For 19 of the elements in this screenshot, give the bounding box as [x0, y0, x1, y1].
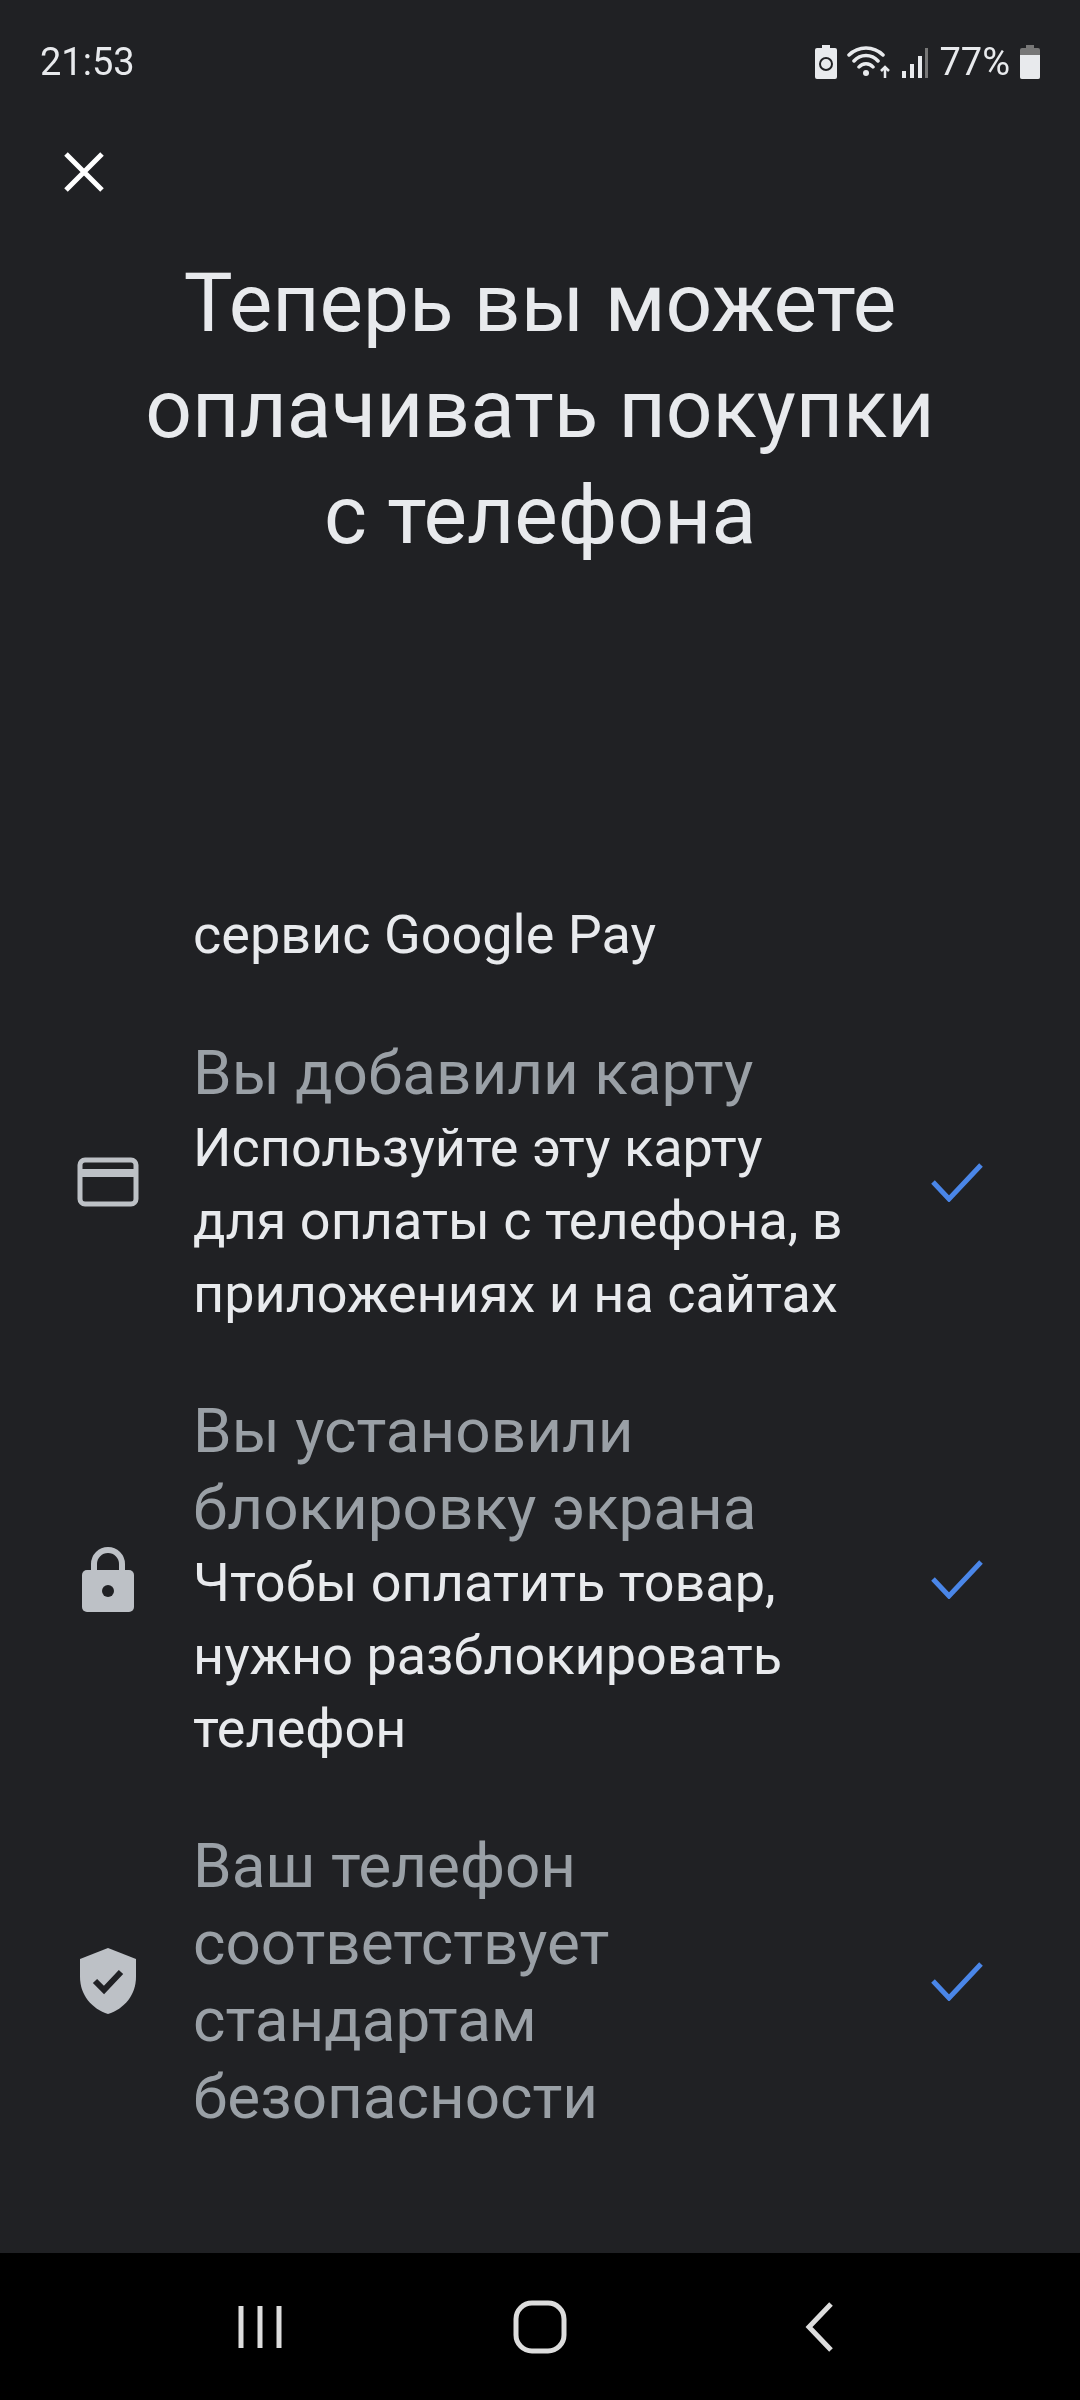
signal-icon	[901, 45, 930, 79]
battery-percent: 77%	[939, 38, 1010, 86]
battery-icon	[1020, 45, 1040, 79]
page-title: Теперь вы можете оплачивать покупки с телефона	[144, 254, 936, 565]
step-title: Ваш телефон соответствует стандартам безопасности	[193, 1828, 611, 2135]
close-icon	[62, 150, 106, 194]
step-title: Вы добавили карту	[193, 1035, 755, 1111]
step-description: сервис Google Pay	[192, 902, 658, 968]
battery-saver-icon	[815, 45, 838, 79]
wifi-icon	[847, 45, 892, 79]
credit-card-icon	[76, 1157, 139, 1207]
step-description: Используйте эту карту для оплаты с телефона, в приложениях и на сайтах	[193, 1115, 844, 1327]
lock-icon	[81, 1545, 134, 1612]
back-icon	[805, 2300, 835, 2353]
home-icon	[513, 2299, 567, 2354]
shield-check-icon	[79, 1948, 136, 2014]
status-time: 21:53	[40, 38, 135, 86]
step-title: Вы установили блокировку экрана	[193, 1393, 758, 1546]
step-description: Чтобы оплатить товар, нужно разблокировать телефон	[193, 1550, 783, 1762]
